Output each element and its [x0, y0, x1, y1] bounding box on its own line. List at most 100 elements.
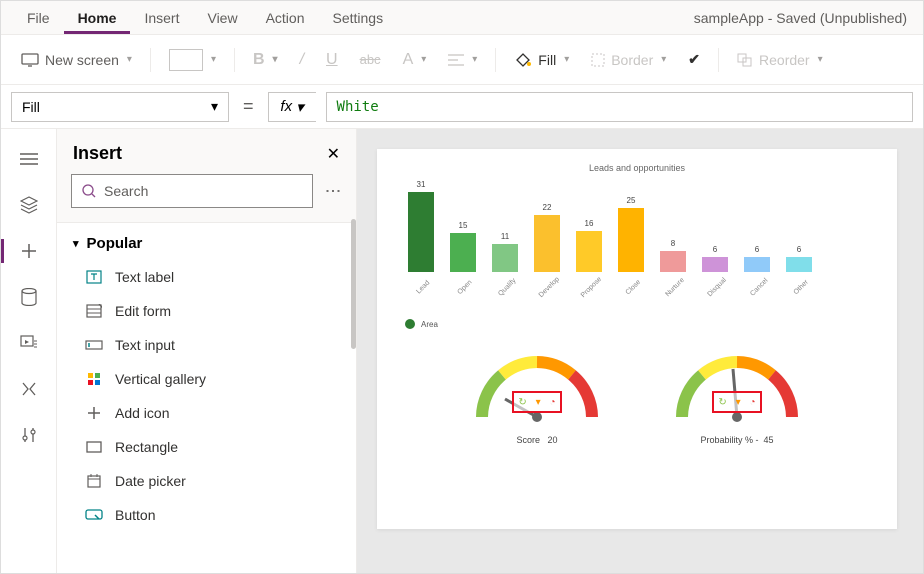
- gauge-score-label: Score 20: [516, 435, 557, 445]
- screen-icon: [21, 53, 39, 67]
- strike-button[interactable]: abc: [350, 46, 391, 73]
- plus-icon: [85, 404, 103, 422]
- app-title: sampleApp - Saved (Unpublished): [694, 10, 911, 26]
- rail-hamburger[interactable]: [9, 139, 49, 179]
- more-options-button[interactable]: ⋮: [323, 183, 342, 200]
- insert-pane-title: Insert: [73, 143, 122, 164]
- insert-search-input[interactable]: Search: [71, 174, 313, 208]
- fill-button[interactable]: Fill ▾: [504, 46, 579, 74]
- equals-sign: =: [239, 96, 258, 117]
- gallery-icon: [85, 370, 103, 388]
- chevron-down-icon: ▾: [661, 54, 666, 65]
- plus-icon: [20, 242, 38, 260]
- chevron-down-icon: ▾: [564, 54, 569, 65]
- border-label: Border: [611, 52, 653, 68]
- menu-insert[interactable]: Insert: [130, 2, 193, 34]
- collapse-button[interactable]: ✔: [678, 45, 710, 74]
- color-swatch: [169, 49, 203, 71]
- text-label-icon: [85, 268, 103, 286]
- formula-bar: Fill ▾ = fx▾ White: [1, 85, 923, 129]
- bar-column: 25Close: [615, 196, 647, 297]
- chart-icon[interactable]: ◔: [550, 397, 556, 408]
- fill-label: Fill: [538, 52, 556, 68]
- toolbar: New screen ▾ ▾ B▾ / U abc A▾ ▾ Fill ▾ Bo…: [1, 35, 923, 85]
- search-icon: [82, 184, 96, 198]
- chevron-down-icon: ▾: [211, 98, 218, 115]
- insert-item-text-label[interactable]: Text label: [57, 260, 356, 294]
- bar-column: 6Disqual: [699, 245, 731, 297]
- close-pane-button[interactable]: ✕: [327, 144, 340, 164]
- underline-button[interactable]: U: [316, 45, 348, 75]
- rail-data[interactable]: [9, 277, 49, 317]
- bar-column: 6Other: [783, 245, 815, 297]
- property-dropdown[interactable]: Fill ▾: [11, 92, 229, 122]
- fx-button[interactable]: fx▾: [268, 92, 316, 122]
- insert-item-edit-form[interactable]: Edit form: [57, 294, 356, 328]
- menu-home[interactable]: Home: [64, 2, 131, 34]
- insert-item-rectangle[interactable]: Rectangle: [57, 430, 356, 464]
- item-label: Edit form: [115, 303, 171, 319]
- insert-list: ▾ Popular Text label Edit form Text inpu…: [57, 222, 356, 573]
- chevron-down-icon: ▾: [73, 237, 79, 250]
- rectangle-icon: [85, 438, 103, 456]
- hamburger-icon: [20, 152, 38, 166]
- menu-file[interactable]: File: [13, 2, 64, 34]
- filter-icon[interactable]: ▾: [736, 397, 741, 408]
- bar-chart: 31Lead15Open11Qualify22Develop16Propose2…: [405, 187, 879, 297]
- bar-column: 11Qualify: [489, 232, 521, 297]
- refresh-icon[interactable]: ↻: [718, 397, 726, 408]
- bar-column: 8Nurture: [657, 239, 689, 297]
- rail-media[interactable]: [9, 323, 49, 363]
- font-color-button[interactable]: A▾: [393, 45, 437, 75]
- italic-button[interactable]: /: [290, 45, 314, 75]
- bar-column: 22Develop: [531, 203, 563, 297]
- gauge-toolbar-highlight: ↻ ▾ ◔: [712, 391, 762, 413]
- chart-icon[interactable]: ◔: [750, 397, 756, 408]
- filter-icon[interactable]: ▾: [536, 397, 541, 408]
- insert-item-button[interactable]: Button: [57, 498, 356, 532]
- bold-button[interactable]: B▾: [243, 45, 288, 75]
- menu-settings[interactable]: Settings: [319, 2, 398, 34]
- category-label: Popular: [87, 235, 143, 252]
- item-label: Vertical gallery: [115, 371, 206, 387]
- border-button[interactable]: Border ▾: [581, 46, 676, 74]
- calendar-icon: [85, 472, 103, 490]
- text-input-icon: [85, 336, 103, 354]
- scrollbar[interactable]: [351, 222, 356, 349]
- rail-insert[interactable]: [9, 231, 49, 271]
- gauge-score-visual: ↻ ▾ ◔: [467, 347, 607, 427]
- gauge-probability-visual: ↻ ▾ ◔: [667, 347, 807, 427]
- layers-icon: [20, 196, 38, 214]
- property-name: Fill: [22, 99, 40, 115]
- insert-item-vertical-gallery[interactable]: Vertical gallery: [57, 362, 356, 396]
- insert-item-add-icon[interactable]: Add icon: [57, 396, 356, 430]
- rail-advanced[interactable]: [9, 415, 49, 455]
- separator: [718, 48, 719, 72]
- app-canvas[interactable]: Leads and opportunities 31Lead15Open11Qu…: [377, 149, 897, 529]
- border-icon: [591, 53, 605, 67]
- tools-icon: [21, 426, 37, 444]
- new-screen-button[interactable]: New screen ▾: [11, 46, 142, 74]
- separator: [495, 48, 496, 72]
- refresh-icon[interactable]: ↻: [518, 397, 526, 408]
- insert-pane: Insert ✕ Search ⋮ ▾ Popular Text label E…: [57, 129, 357, 573]
- bar-column: 16Propose: [573, 219, 605, 297]
- reorder-label: Reorder: [759, 52, 810, 68]
- chevron-down-icon: ▾: [421, 54, 426, 65]
- menu-view[interactable]: View: [193, 2, 251, 34]
- insert-item-date-picker[interactable]: Date picker: [57, 464, 356, 498]
- rail-variables[interactable]: [9, 369, 49, 409]
- legend-label: Area: [421, 320, 438, 329]
- theme-swatch[interactable]: ▾: [159, 43, 226, 77]
- menu-action[interactable]: Action: [252, 2, 319, 34]
- canvas-area[interactable]: Leads and opportunities 31Lead15Open11Qu…: [357, 129, 923, 573]
- insert-item-text-input[interactable]: Text input: [57, 328, 356, 362]
- rail-tree-view[interactable]: [9, 185, 49, 225]
- formula-input[interactable]: White: [326, 92, 913, 122]
- align-button[interactable]: ▾: [438, 48, 487, 72]
- category-popular[interactable]: ▾ Popular: [57, 223, 356, 260]
- item-label: Text input: [115, 337, 175, 353]
- item-label: Rectangle: [115, 439, 178, 455]
- reorder-button[interactable]: Reorder ▾: [727, 46, 833, 74]
- item-label: Add icon: [115, 405, 169, 421]
